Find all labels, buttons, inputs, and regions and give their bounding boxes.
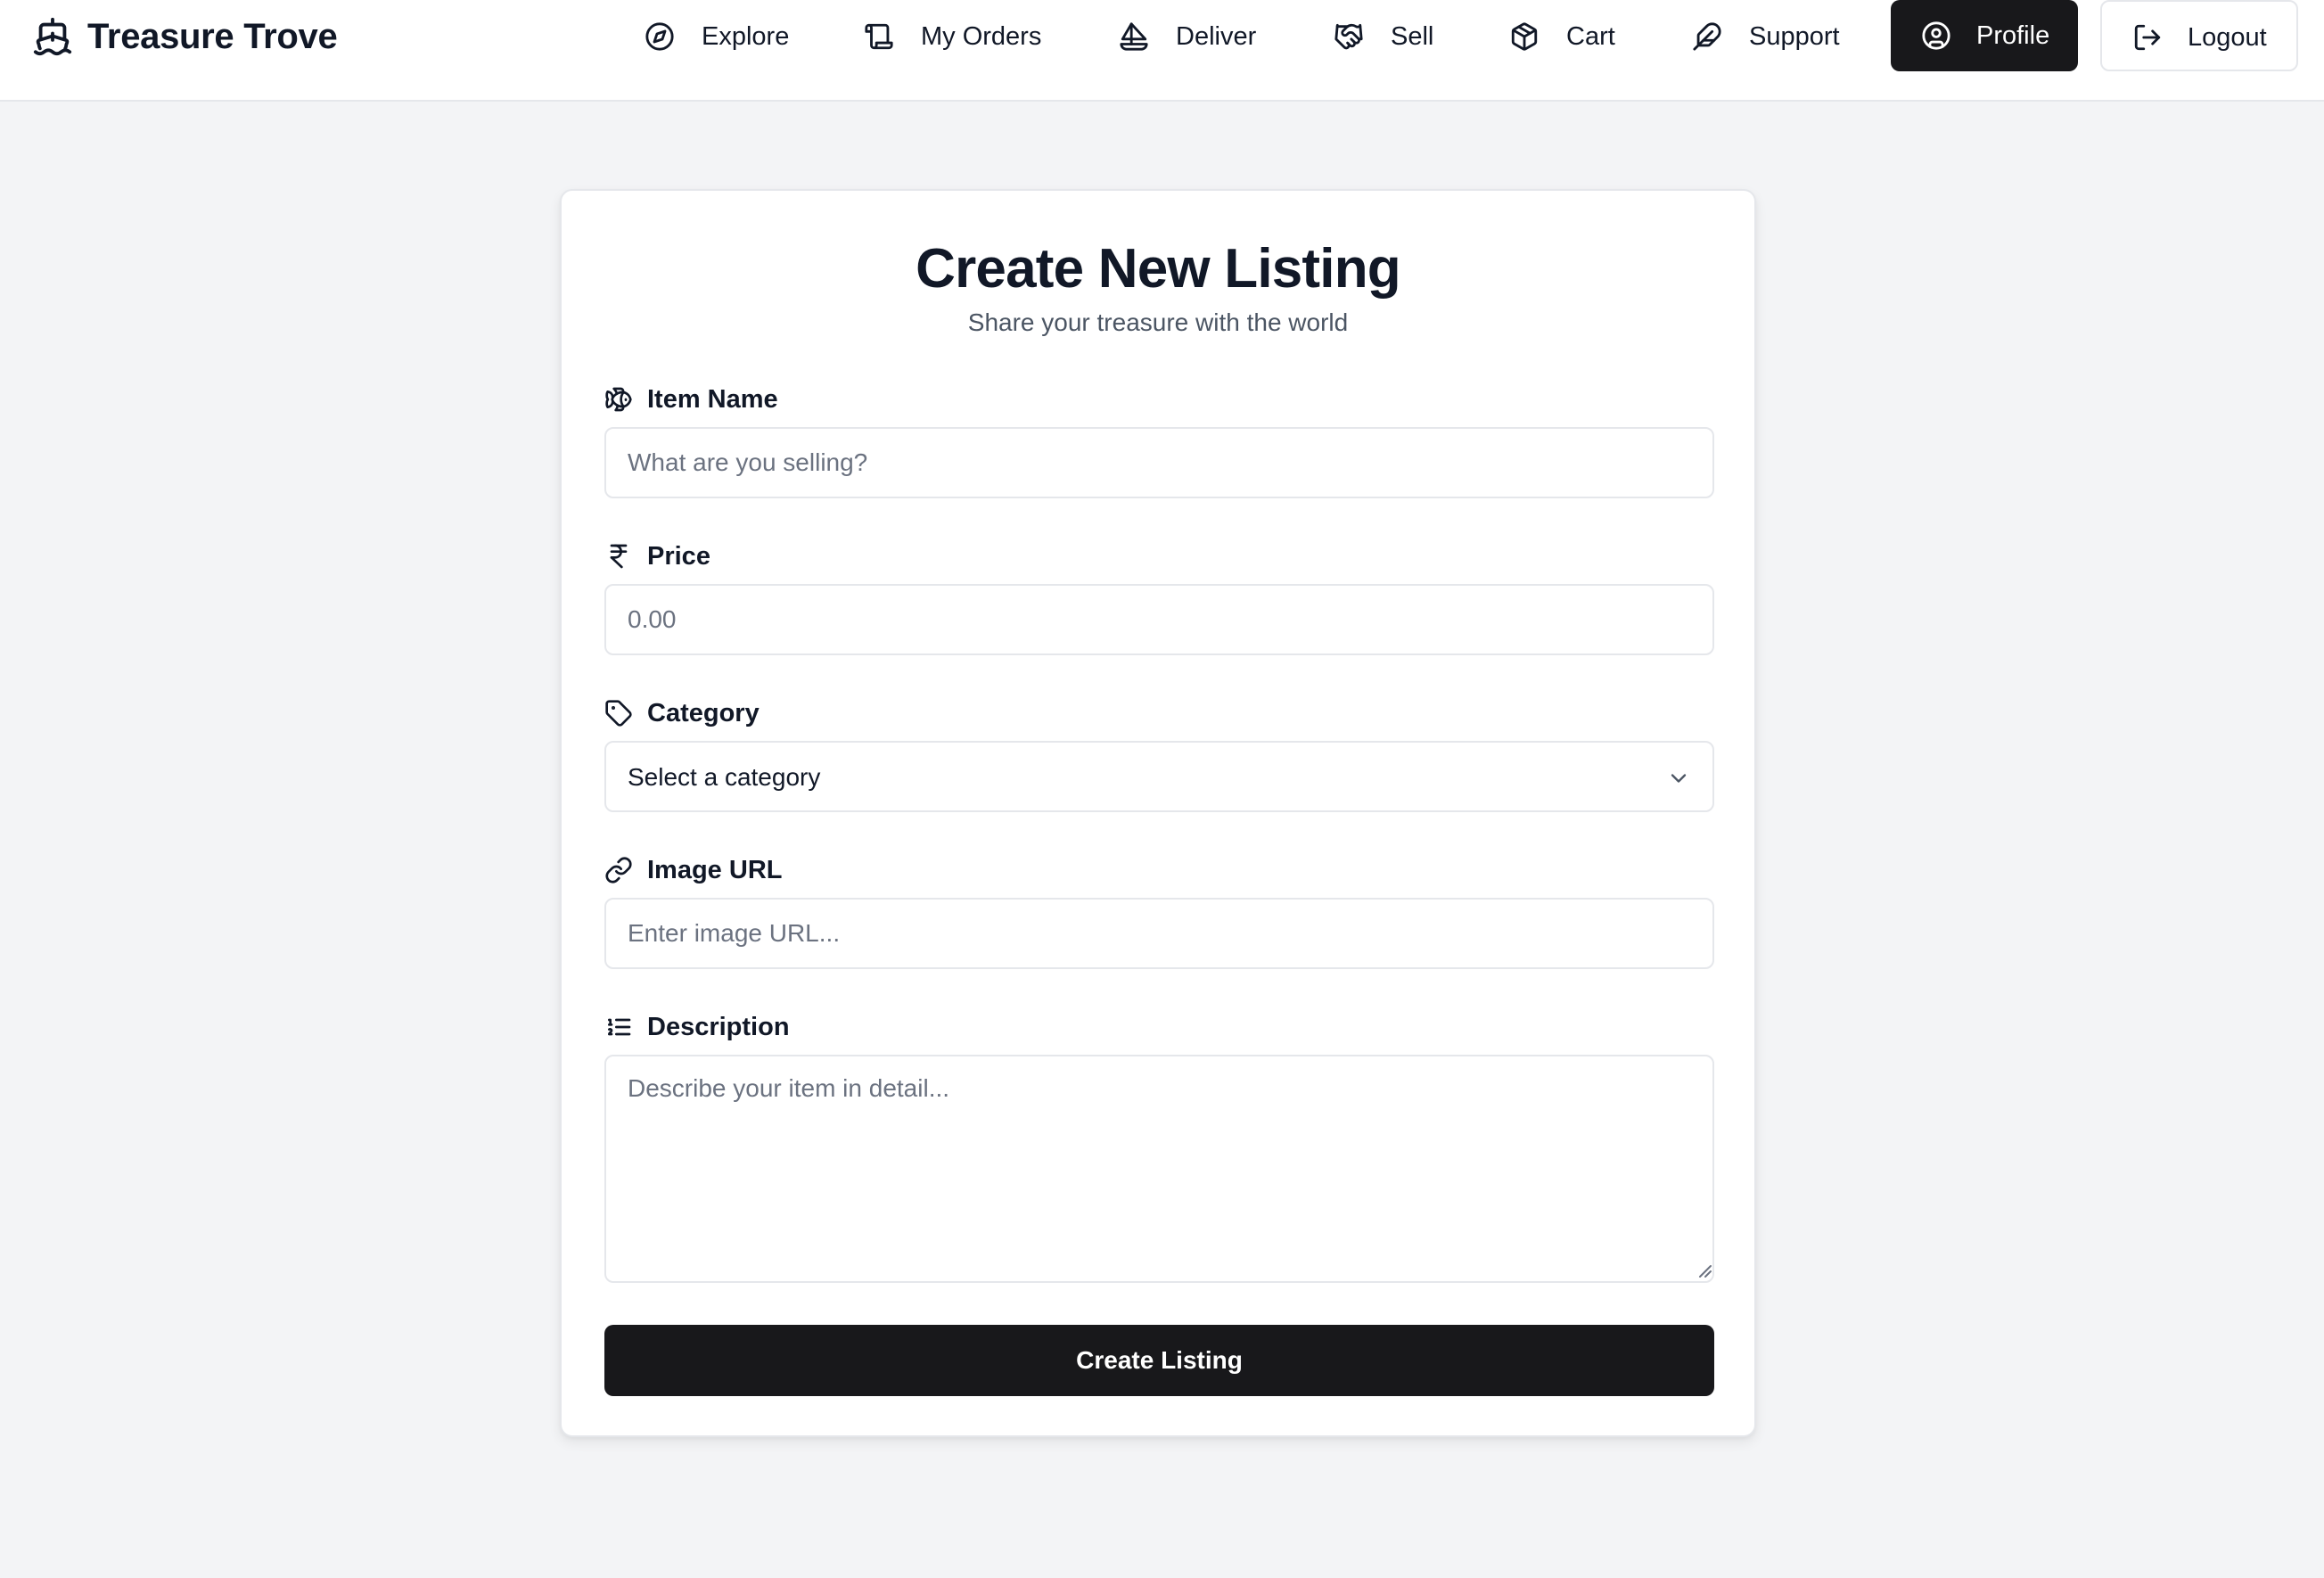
price-label-text: Price: [647, 541, 710, 571]
profile-button-label: Profile: [1976, 21, 2050, 50]
description-label: Description: [604, 1009, 790, 1045]
image-url-input[interactable]: [604, 898, 1714, 969]
scroll-icon: [865, 23, 893, 50]
fish-icon: [605, 387, 632, 412]
description-textarea[interactable]: [604, 1055, 1714, 1283]
brand-logo[interactable]: Treasure Trove: [32, 9, 338, 64]
user-circle-icon: [1922, 21, 1950, 50]
nav-my-orders[interactable]: My Orders: [864, 0, 1041, 73]
image-url-label: Image URL: [604, 852, 782, 888]
nav-my-orders-label: My Orders: [921, 21, 1042, 51]
category-select[interactable]: Select a category: [604, 741, 1714, 812]
ship-icon: [33, 17, 72, 56]
logout-icon: [2134, 24, 2161, 51]
logout-button-label: Logout: [2188, 23, 2267, 52]
price-label: Price: [604, 538, 710, 574]
package-icon: [1511, 22, 1538, 51]
rupee-icon: [610, 544, 628, 569]
image-url-label-text: Image URL: [647, 855, 783, 884]
price-input[interactable]: [604, 584, 1714, 655]
create-listing-card: Create New Listing Share your treasure w…: [560, 189, 1756, 1437]
compass-icon: [645, 22, 674, 51]
logout-button[interactable]: Logout: [2100, 0, 2298, 71]
nav-explore[interactable]: Explore: [645, 0, 789, 73]
description-label-text: Description: [647, 1012, 790, 1041]
page-title: Create New Listing: [916, 238, 1401, 300]
list-icon: [608, 1018, 631, 1036]
category-select-value: Select a category: [628, 763, 821, 791]
item-name-input[interactable]: [604, 427, 1714, 498]
create-listing-button[interactable]: Create Listing: [604, 1325, 1714, 1396]
item-name-label: Item Name: [604, 382, 778, 417]
nav-support-label: Support: [1749, 21, 1840, 51]
link-icon: [605, 857, 632, 884]
nav-support[interactable]: Support: [1692, 0, 1840, 73]
chevron-down-icon: [1671, 774, 1687, 783]
resize-handle-icon[interactable]: [1695, 1261, 1712, 1278]
feather-icon: [1693, 22, 1721, 51]
item-name-label-text: Item Name: [647, 384, 778, 414]
category-label: Category: [604, 695, 760, 731]
brand-name: Treasure Trove: [87, 16, 338, 56]
tag-icon: [605, 700, 632, 727]
nav-deliver-label: Deliver: [1176, 21, 1257, 51]
nav-cart[interactable]: Cart: [1509, 0, 1615, 73]
profile-button[interactable]: Profile: [1891, 0, 2078, 71]
nav-sell-label: Sell: [1391, 21, 1434, 51]
top-navbar: Treasure Trove Explore My Orders Deliver…: [0, 0, 2324, 102]
page-subtitle: Share your treasure with the world: [967, 308, 1349, 336]
nav-sell[interactable]: Sell: [1334, 0, 1433, 73]
nav-cart-label: Cart: [1566, 21, 1615, 51]
nav-explore-label: Explore: [702, 21, 790, 51]
nav-deliver[interactable]: Deliver: [1119, 0, 1256, 73]
sailboat-icon: [1120, 22, 1148, 51]
category-label-text: Category: [647, 698, 760, 727]
handshake-icon: [1334, 23, 1363, 50]
